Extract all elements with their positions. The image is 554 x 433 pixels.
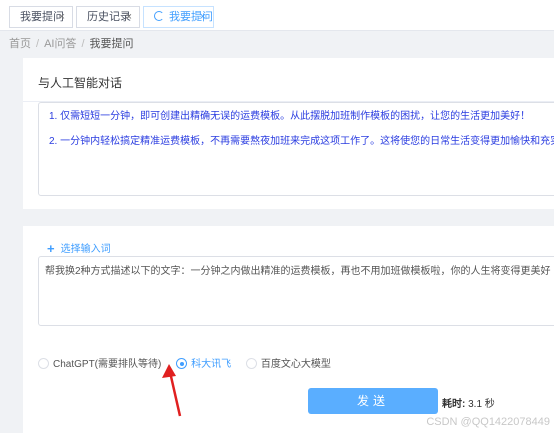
annotation-arrow-icon <box>162 364 182 417</box>
tab-label: 我要提问 <box>20 11 64 23</box>
radio-chatgpt[interactable]: ChatGPT(需要排队等待) <box>38 355 161 370</box>
close-icon[interactable]: × <box>200 7 206 27</box>
model-radio-group: ChatGPT(需要排队等待) 科大讯飞 百度文心大模型 <box>38 355 343 370</box>
tab-label: 历史记录 <box>87 11 131 23</box>
breadcrumb-home[interactable]: 首页 <box>9 38 31 50</box>
breadcrumb: 首页 / AI问答 / 我要提问 <box>9 35 134 51</box>
radio-label: ChatGPT(需要排队等待) <box>53 359 162 370</box>
breadcrumb-separator: / <box>36 38 40 50</box>
prompt-input[interactable]: 帮我换2种方式描述以下的文字：一分钟之内做出精准的运费模板，再也不用加班做模板啦… <box>38 256 554 326</box>
close-icon[interactable]: × <box>59 7 65 27</box>
chat-card: 与人工智能对话 1. 仅需短短一分钟，即可创建出精确无误的运费模板。从此摆脱加班… <box>23 58 554 433</box>
tab-history[interactable]: 历史记录 × <box>76 6 140 28</box>
radio-label: 科大讯飞 <box>191 359 232 370</box>
elapsed-label: 耗时: <box>442 399 466 410</box>
plus-icon: + <box>47 241 55 256</box>
tab-ask-question-1[interactable]: 我要提问 × <box>9 6 73 28</box>
select-words-label: 选择输入词 <box>60 244 111 255</box>
elapsed-time: 耗时: 3.1 秒 <box>442 395 495 410</box>
elapsed-value: 3.1 秒 <box>468 399 495 410</box>
radio-circle-icon <box>245 358 257 369</box>
answer-line: 1. 仅需短短一分钟，即可创建出精确无误的运费模板。从此摆脱加班制作模板的困扰，… <box>49 111 531 122</box>
radio-circle-icon <box>38 358 49 369</box>
radio-baidu-wenxin[interactable]: 百度文心大模型 <box>245 355 331 370</box>
radio-label: 百度文心大模型 <box>260 359 331 370</box>
send-button[interactable]: 发送 <box>308 388 438 414</box>
tab-ask-question-2[interactable]: 我要提问 × <box>143 6 214 28</box>
breadcrumb-separator: / <box>81 38 85 50</box>
tab-label: 我要提问 <box>169 11 213 23</box>
answer-output-box[interactable]: 1. 仅需短短一分钟，即可创建出精确无误的运费模板。从此摆脱加班制作模板的困扰，… <box>38 102 554 196</box>
close-icon[interactable]: × <box>126 7 132 27</box>
tab-bar: 我要提问 × 历史记录 × 我要提问 × <box>0 0 554 31</box>
loading-icon <box>154 11 164 21</box>
breadcrumb-current: 我要提问 <box>89 38 134 50</box>
section-gap <box>23 209 554 226</box>
watermark: CSDN @QQ1422078449 <box>426 416 550 428</box>
select-input-words-link[interactable]: + 选择输入词 <box>47 240 111 256</box>
breadcrumb-ai-qa[interactable]: AI问答 <box>44 38 76 50</box>
answer-line: 2. 一分钟内轻松搞定精准运费模板，不再需要熬夜加班来完成这项工作了。这将使您的… <box>49 136 554 147</box>
card-title: 与人工智能对话 <box>38 76 123 90</box>
